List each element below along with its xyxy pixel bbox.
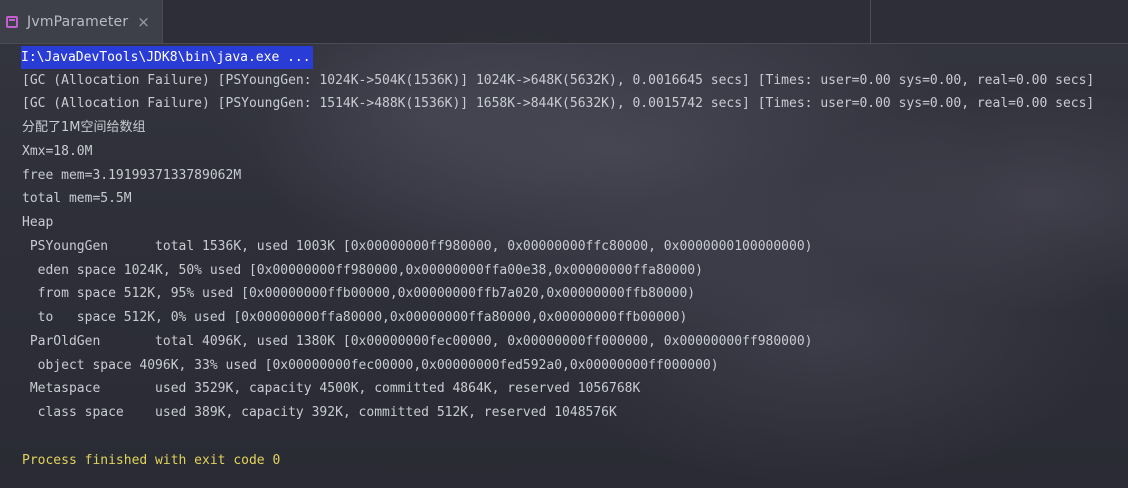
run-console-window: JvmParameter × I:\JavaDevTools\JDK8\bin\… (0, 0, 1128, 488)
console-line: free mem=3.1919937133789062M (22, 168, 242, 183)
tab-jvmparameter[interactable]: JvmParameter × (0, 0, 163, 43)
command-line[interactable]: I:\JavaDevTools\JDK8\bin\java.exe ... (21, 46, 313, 69)
console-line: [GC (Allocation Failure) [PSYoungGen: 10… (22, 73, 1095, 88)
console-line: Heap (22, 215, 54, 230)
run-config-icon (6, 15, 18, 28)
console-line: object space 4096K, 33% used [0x00000000… (22, 358, 719, 373)
console-line: 分配了1M空间给数组 (22, 120, 146, 135)
console-line: class space used 389K, capacity 392K, co… (22, 405, 617, 420)
close-icon[interactable]: × (137, 13, 150, 31)
tab-divider (870, 0, 871, 43)
console-line: Xmx=18.0M (22, 144, 93, 159)
tab-title: JvmParameter (27, 13, 129, 30)
exit-status-line: Process finished with exit code 0 (22, 453, 281, 468)
console-line: ParOldGen total 4096K, used 1380K [0x000… (22, 334, 813, 349)
console-output[interactable]: I:\JavaDevTools\JDK8\bin\java.exe ... [G… (0, 44, 1128, 488)
console-line: [GC (Allocation Failure) [PSYoungGen: 15… (22, 96, 1095, 111)
console-line: eden space 1024K, 50% used [0x00000000ff… (22, 263, 703, 278)
console-line: from space 512K, 95% used [0x00000000ffb… (22, 286, 696, 301)
console-line: total mem=5.5M (22, 191, 132, 206)
console-line: Metaspace used 3529K, capacity 4500K, co… (22, 381, 641, 396)
console-line: to space 512K, 0% used [0x00000000ffa800… (22, 310, 688, 325)
console-line: PSYoungGen total 1536K, used 1003K [0x00… (22, 239, 813, 254)
tab-bar: JvmParameter × (0, 0, 1128, 44)
